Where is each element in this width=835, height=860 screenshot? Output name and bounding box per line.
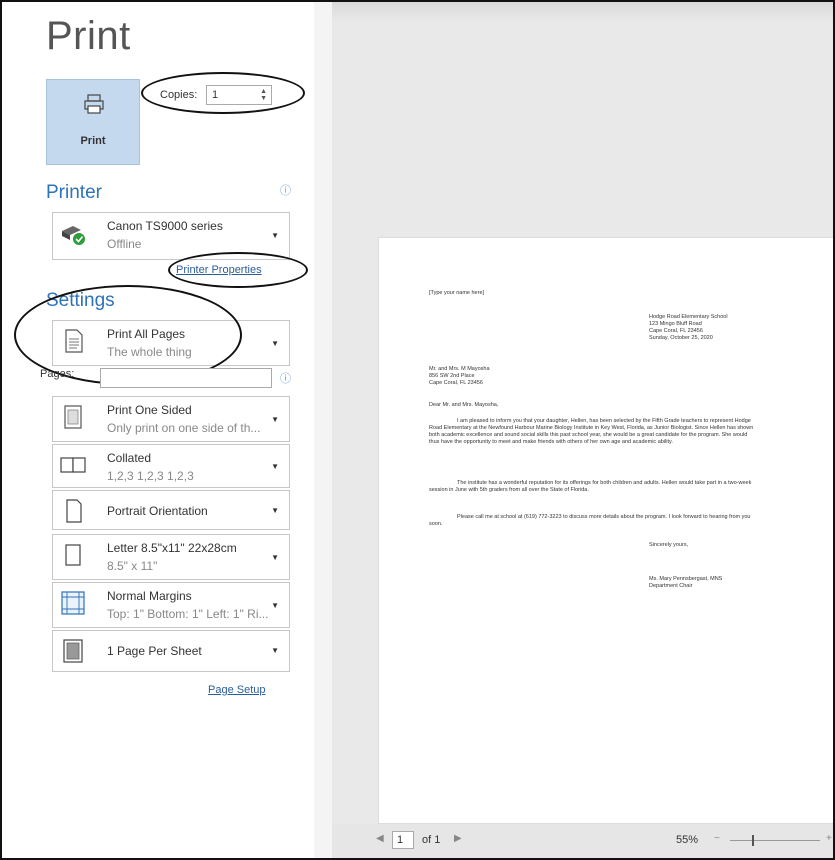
chevron-down-icon: ▼ [271,462,279,471]
printer-heading: Printer [46,182,102,203]
orientation-dropdown[interactable]: Portrait Orientation ▼ [52,490,290,530]
paragraph-1: I am pleased to inform you that your dau… [429,418,754,445]
page-title: Print [46,14,131,58]
chevron-down-icon: ▼ [271,339,279,348]
margins-dropdown[interactable]: Normal Margins Top: 1" Bottom: 1" Left: … [52,582,290,628]
margins-icon [61,591,85,615]
closing: Sincerely yours, [649,542,689,548]
paragraph-2: The institute has a wonderful reputation… [429,480,752,493]
paper-size-icon [65,544,81,566]
printer-status: Offline [107,237,142,251]
orientation-title: Portrait Orientation [107,504,208,518]
signature-name: Ms. Mary Pennsbergast, MNS [649,576,723,582]
page-per-sheet-icon [63,639,83,663]
chevron-down-icon: ▼ [271,506,279,515]
recipient-line: Cape Coral, FL 23456 [429,380,483,386]
collation-title: Collated [107,451,152,465]
date-line: Sunday, October 25, 2020 [649,335,713,341]
annotation-circle-printer-properties [168,252,308,288]
collation-subtitle: 1,2,3 1,2,3 1,2,3 [107,469,194,483]
sides-dropdown[interactable]: Print One Sided Only print on one side o… [52,396,290,442]
name-placeholder: [Type your name here] [429,290,485,296]
chevron-down-icon: ▼ [271,646,279,655]
printer-info-icon[interactable]: ⓘ [280,182,291,198]
print-settings-pane: Print Print Copies: 1 ▲ ▼ Printer ⓘ Cano… [4,2,314,858]
print-button-label: Print [80,135,106,147]
margins-title: Normal Margins [107,589,192,603]
printer-name: Canon TS9000 series [107,219,223,233]
page-count: of 1 [422,834,441,846]
pages-info-icon[interactable]: ⓘ [280,370,291,386]
pages-input[interactable] [100,368,272,388]
print-backstage: Print Print Copies: 1 ▲ ▼ Printer ⓘ Cano… [0,0,835,860]
pages-per-sheet-dropdown[interactable]: 1 Page Per Sheet ▼ [52,630,290,672]
previous-page-icon[interactable]: ◀ [376,833,384,844]
recipient-line: 856 SW 2nd Place [429,373,475,379]
zoom-out-icon[interactable]: − [714,833,720,844]
zoom-slider[interactable] [730,840,820,841]
address-line: Cape Coral, FL 23456 [649,328,703,334]
sides-title: Print One Sided [107,403,192,417]
preview-top-band [332,2,833,22]
sender-address: Hodge Road Elementary School 123 Mingo B… [649,314,728,342]
portrait-icon [66,499,82,523]
chevron-down-icon: ▼ [271,415,279,424]
printer-ready-icon [62,226,85,245]
chevron-down-icon: ▼ [271,553,279,562]
address-line: Hodge Road Elementary School [649,314,728,320]
next-page-icon[interactable]: ▶ [454,833,462,844]
sides-subtitle: Only print on one side of th... [107,421,261,435]
pages-label: Pages: [40,368,75,380]
chevron-down-icon: ▼ [271,601,279,610]
margins-subtitle: Top: 1" Bottom: 1" Left: 1" Ri... [107,607,269,621]
greeting: Dear Mr. and Mrs. Mayosha, [429,402,499,408]
preview-page: [Type your name here] Hodge Road Element… [378,237,833,824]
paper-size-title: Letter 8.5"x11" 22x28cm [107,541,237,555]
zoom-in-icon[interactable]: + [826,833,832,844]
zoom-slider-thumb[interactable] [752,835,754,846]
print-button[interactable]: Print [46,79,140,165]
pages-per-sheet-title: 1 Page Per Sheet [107,644,202,658]
preview-footer: ◀ 1 of 1 ▶ 55% − + [332,824,833,858]
signature-title: Department Chair [649,583,693,589]
chevron-down-icon: ▼ [271,231,279,240]
zoom-level[interactable]: 55% [676,834,698,846]
paragraph-3: Please call me at school at (619) 772-32… [429,514,751,527]
paper-size-dropdown[interactable]: Letter 8.5"x11" 22x28cm 8.5" x 11" ▼ [52,534,290,580]
recipient-line: Mr. and Mrs. M Mayosha [429,366,490,372]
pane-divider [314,2,332,858]
address-line: 123 Mingo Bluff Road [649,321,702,327]
page-number-input[interactable]: 1 [392,831,414,849]
signature: Ms. Mary Pennsbergast, MNS Department Ch… [649,576,722,590]
recipient-address: Mr. and Mrs. M Mayosha 856 SW 2nd Place … [429,366,490,387]
one-sided-icon [64,405,82,429]
annotation-circle-copies [141,72,305,114]
printer-icon [84,94,104,114]
paper-size-subtitle: 8.5" x 11" [107,559,158,573]
page-setup-link[interactable]: Page Setup [208,684,266,696]
collate-icon [60,457,86,473]
collation-dropdown[interactable]: Collated 1,2,3 1,2,3 1,2,3 ▼ [52,444,290,488]
